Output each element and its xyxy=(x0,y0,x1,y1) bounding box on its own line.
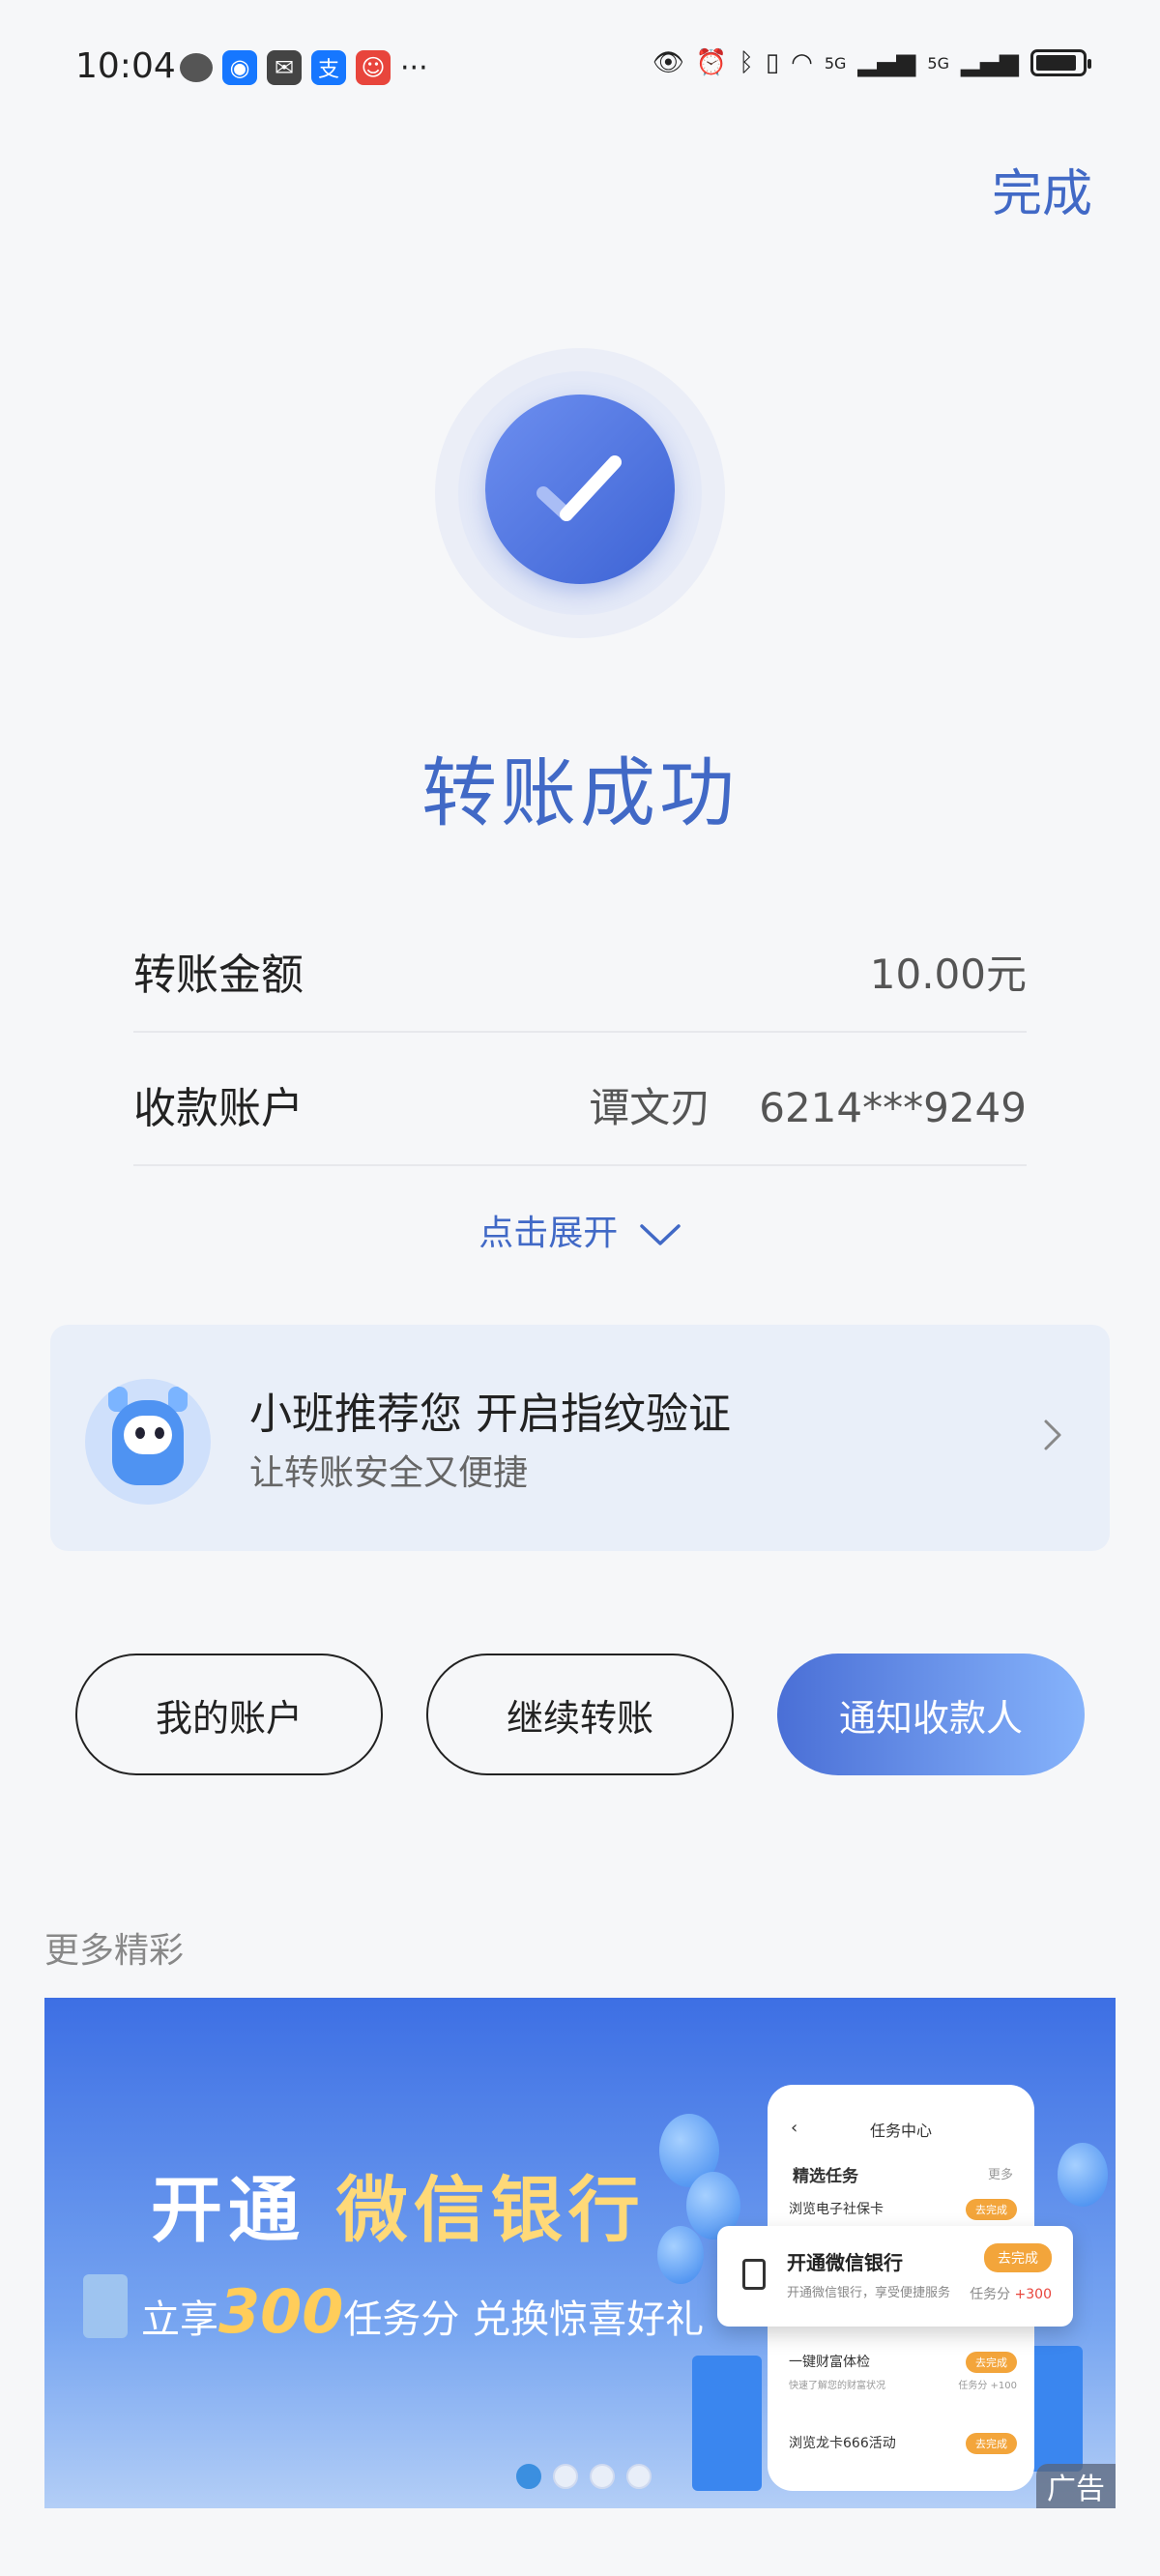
account-label: 收款账户 xyxy=(133,1084,304,1133)
promo-title: 小班推荐您 开启指纹验证 xyxy=(249,1390,731,1439)
chevron-down-icon xyxy=(639,1224,681,1245)
eye-icon: 👁 xyxy=(652,48,684,77)
qq-icon: ◉ xyxy=(222,50,257,85)
pagination-dot[interactable] xyxy=(626,2464,652,2489)
signal-icon-2: ▂▄▆ xyxy=(961,48,1019,77)
task-item: 一键财富体检 去完成 快速了解您的财富状况 任务分 +100 xyxy=(789,2352,1017,2391)
banner-pagination xyxy=(516,2464,652,2489)
popup-desc: 开通微信银行，享受便捷服务 xyxy=(787,2286,951,2300)
promo-banner[interactable]: 开通 微信银行 立享300任务分 兑换惊喜好礼 ‹ 任务中心 精选任务 更多 浏… xyxy=(44,1998,1116,2508)
fingerprint-promo-card[interactable]: 小班推荐您 开启指纹验证 让转账安全又便捷 xyxy=(50,1325,1110,1551)
mascot-avatar xyxy=(85,1379,211,1505)
banner-headline-1: 开通 xyxy=(151,2169,305,2252)
check-icon xyxy=(485,395,675,584)
amount-value: 10.00元 xyxy=(869,951,1027,998)
amount-label: 转账金额 xyxy=(133,951,304,1000)
banner-sub-suffix: 任务分 兑换惊喜好礼 xyxy=(343,2298,705,2342)
my-account-button[interactable]: 我的账户 xyxy=(75,1654,383,1775)
result-title: 转账成功 xyxy=(420,750,739,837)
gift-icon xyxy=(83,2274,128,2338)
banner-sub-number: 300 xyxy=(218,2276,344,2347)
phone-title: 任务中心 xyxy=(869,2122,932,2140)
chevron-right-icon xyxy=(1044,1420,1061,1450)
banner-popup-card: 开通微信银行 开通微信银行，享受便捷服务 去完成 任务分 +300 xyxy=(717,2226,1073,2327)
signal-icon: ▂▄▆ xyxy=(857,48,916,77)
status-time: 10:04 xyxy=(75,46,176,86)
banner-subline: 立享300任务分 兑换惊喜好礼 xyxy=(141,2276,704,2347)
banner-headline: 开通 微信银行 xyxy=(151,2152,646,2256)
continue-transfer-button[interactable]: 继续转账 xyxy=(426,1654,734,1775)
alarm-icon: ⏰ xyxy=(695,48,728,77)
done-button[interactable]: 完成 xyxy=(992,153,1092,225)
wifi-icon: ◠ xyxy=(791,48,813,77)
balloon-graphic xyxy=(1058,2143,1108,2207)
popup-points: 任务分 +300 xyxy=(970,2287,1052,2302)
vibrate-icon: ▯ xyxy=(765,48,780,77)
amount-row: 转账金额 10.00元 xyxy=(133,899,1027,1033)
phone-icon xyxy=(742,2259,766,2290)
network-label-1: 5G xyxy=(824,53,847,73)
pagination-dot[interactable] xyxy=(590,2464,615,2489)
mail-icon: ✉ xyxy=(267,50,302,85)
task-item: 浏览龙卡666活动 去完成 xyxy=(789,2433,1017,2454)
banner-sub-prefix: 立享 xyxy=(141,2298,218,2342)
phone-more: 更多 xyxy=(987,2168,1013,2182)
notify-payee-button[interactable]: 通知收款人 xyxy=(777,1654,1085,1775)
shopping-bag-graphic xyxy=(692,2356,762,2491)
popup-title: 开通微信银行 xyxy=(787,2251,903,2274)
more-section-title: 更多精彩 xyxy=(44,1931,185,1971)
wechat-icon xyxy=(180,53,213,82)
promo-subtitle: 让转账安全又便捷 xyxy=(249,1453,529,1493)
pagination-dot[interactable] xyxy=(553,2464,578,2489)
account-number: 6214***9249 xyxy=(759,1084,1027,1131)
task-item: 浏览电子社保卡 去完成 xyxy=(789,2199,1017,2220)
bluetooth-icon: ᛒ xyxy=(739,48,754,77)
balloon-graphic xyxy=(657,2226,704,2284)
expand-label: 点击展开 xyxy=(478,1214,619,1253)
status-indicators: 👁 ⏰ ᛒ ▯ ◠ 5G ▂▄▆ 5G ▂▄▆ xyxy=(652,48,1091,77)
account-row: 收款账户 谭文刃 6214***9249 xyxy=(133,1033,1027,1166)
account-value: 谭文刃 6214***9249 xyxy=(589,1075,1027,1134)
status-app-icons: ◉ ✉ 支 ☺ ··· xyxy=(180,50,428,85)
phone-section: 精选任务 xyxy=(793,2167,858,2186)
app-icon: ☺ xyxy=(356,50,391,85)
popup-action: 去完成 xyxy=(984,2243,1052,2272)
battery-icon xyxy=(1030,49,1091,76)
network-label-2: 5G xyxy=(927,53,949,73)
more-notifications: ··· xyxy=(400,50,428,85)
alipay-icon: 支 xyxy=(311,50,346,85)
pagination-dot[interactable] xyxy=(516,2464,541,2489)
banner-headline-2: 微信银行 xyxy=(335,2169,646,2252)
ad-label: 广告 xyxy=(1036,2464,1116,2508)
expand-details-button[interactable]: 点击展开 xyxy=(0,1205,1160,1255)
account-name: 谭文刃 xyxy=(589,1084,711,1131)
